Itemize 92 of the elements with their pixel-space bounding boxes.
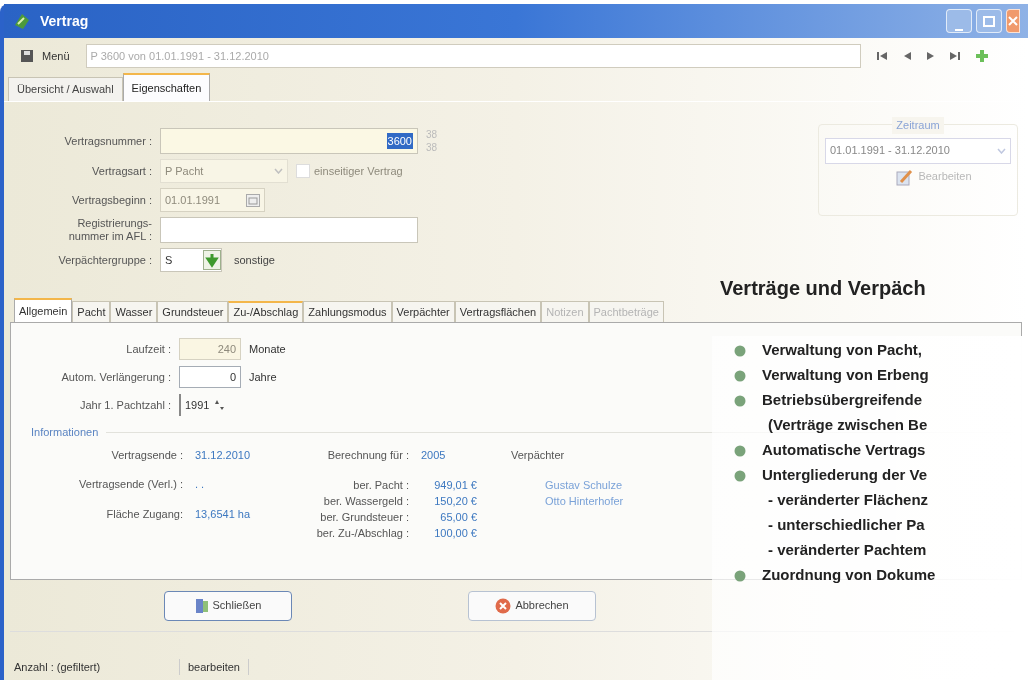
field-label: Jahr 1. Pachtzahl : [78, 397, 172, 413]
tab[interactable]: Grundsteuer [157, 301, 229, 322]
field-label: Vertragsnummer : [63, 133, 153, 149]
cancel-button[interactable]: Abbrechen [468, 590, 596, 621]
field-label: Vertragsbeginn : [70, 192, 153, 208]
spinner-arrows-icon [213, 398, 226, 412]
lessor-group-description: sonstige [234, 252, 275, 268]
checkbox-label: einseitiger Vertrag [314, 163, 403, 179]
plus-icon[interactable] [974, 49, 989, 63]
feature-text: (Verträge zwischen Be [768, 415, 928, 436]
unit-label: Jahre [249, 369, 277, 385]
feature-text: Verwaltung von Erbeng [762, 365, 929, 386]
tab[interactable]: Wasser [110, 301, 158, 322]
bullet-icon [734, 569, 746, 582]
feature-text: - veränderter Pachtem [768, 540, 927, 561]
tab[interactable]: Pacht [72, 301, 111, 322]
chevron-down-icon [274, 168, 283, 174]
amount-value: 100,00 € [433, 526, 477, 541]
year-spinner[interactable]: 1991 [179, 394, 243, 416]
tab[interactable]: Übersicht / Auswahl [8, 77, 123, 101]
tab[interactable]: Eigenschaften [122, 73, 211, 101]
bullet-icon [734, 394, 746, 407]
lessors-title: Verpächter [511, 447, 566, 463]
group-legend: Zeitraum [892, 117, 944, 134]
field-label: Registrierungs- nummer im AFL : [67, 217, 153, 243]
bullet-icon [734, 369, 746, 382]
down-arrow-icon [203, 250, 221, 270]
contract-number-field[interactable]: 3600 [160, 128, 418, 154]
tab[interactable]: Allgemein [14, 298, 73, 322]
cancel-icon [495, 597, 512, 614]
field-label: Verpächtergruppe : [57, 252, 153, 268]
maximize-icon [983, 15, 995, 27]
feature-text: Verwaltung von Pacht, [762, 340, 923, 361]
calculation-year: 2005 [421, 447, 446, 463]
bullet-icon [734, 344, 746, 357]
close-dialog-button[interactable]: Schließen [164, 590, 292, 621]
field-label: Vertragsende (Verl.) : [78, 477, 184, 492]
field-label: ber. Grundsteuer : [319, 510, 410, 525]
tab[interactable]: Verpächter [391, 301, 455, 322]
field-label: Vertragsende : [110, 447, 184, 463]
bullet-icon [734, 469, 746, 482]
status-text: Anzahl : (gefiltert) [10, 658, 180, 676]
info-value: 31.12.2010 [194, 447, 251, 463]
feature-text: - unterschiedlicher Pa [768, 515, 925, 536]
menu-button[interactable]: Menü [12, 47, 78, 65]
close-icon [1008, 16, 1018, 26]
info-value: 13,6541 ha [194, 506, 251, 522]
field-label: Vertragsart : [91, 163, 153, 179]
close-button[interactable] [1006, 9, 1020, 33]
first-record-icon[interactable] [876, 51, 889, 61]
bullet-icon [734, 444, 746, 457]
minimize-button[interactable] [946, 9, 972, 33]
info-value: . . [194, 477, 206, 492]
amount-value: 949,01 € [433, 478, 477, 493]
tab[interactable]: Vertragsflächen [454, 301, 542, 322]
field-label: ber. Zu-/Abschlag : [315, 526, 410, 541]
field-label: Autom. Verlängerung : [60, 369, 172, 385]
pencil-icon [896, 167, 915, 186]
tab[interactable]: Zahlungsmodus [303, 301, 392, 322]
amount-value: 65,00 € [439, 510, 477, 525]
registration-field[interactable] [160, 217, 418, 243]
window-title: Vertrag [40, 11, 89, 31]
field-label: Berechnung für : [326, 447, 410, 463]
feature-title: Verträge und Verpäch [720, 276, 926, 301]
field-label: ber. Pacht : [352, 478, 410, 493]
lessor-group-field[interactable]: S [160, 248, 222, 272]
field-label: Laufzeit : [125, 341, 172, 357]
field-label: ber. Wassergeld : [322, 494, 410, 509]
amount-value: 150,20 € [433, 494, 477, 509]
status-text: bearbeiten [180, 658, 249, 676]
feature-text: Zuordnung von Dokume [762, 565, 936, 586]
last-record-icon[interactable] [948, 51, 961, 61]
tab[interactable]: Zu-/Abschlag [228, 301, 304, 322]
lessor-name: Gustav Schulze [545, 478, 624, 493]
field-label: Fläche Zugang: [105, 506, 184, 522]
previous-record-icon[interactable] [902, 51, 912, 61]
feature-text: Automatische Vertrags [762, 440, 926, 461]
door-icon [194, 597, 209, 614]
selected-value: 3600 [386, 132, 413, 150]
lessor-name: Otto Hinterhofer [545, 494, 624, 509]
feature-text: Betriebsübergreifende [762, 390, 923, 411]
extension-field[interactable]: 0 [179, 366, 241, 388]
minimize-icon [955, 26, 963, 32]
unit-label: Monate [249, 341, 286, 357]
feature-text: - veränderter Flächenz [768, 490, 929, 511]
chevron-down-icon [997, 147, 1006, 154]
leaf-icon [12, 11, 32, 31]
next-record-icon[interactable] [925, 51, 935, 61]
section-title: Informationen [30, 425, 99, 440]
feature-text: Untergliederung der Ve [762, 465, 928, 486]
calendar-icon [246, 193, 260, 207]
maximize-button[interactable] [976, 9, 1002, 33]
